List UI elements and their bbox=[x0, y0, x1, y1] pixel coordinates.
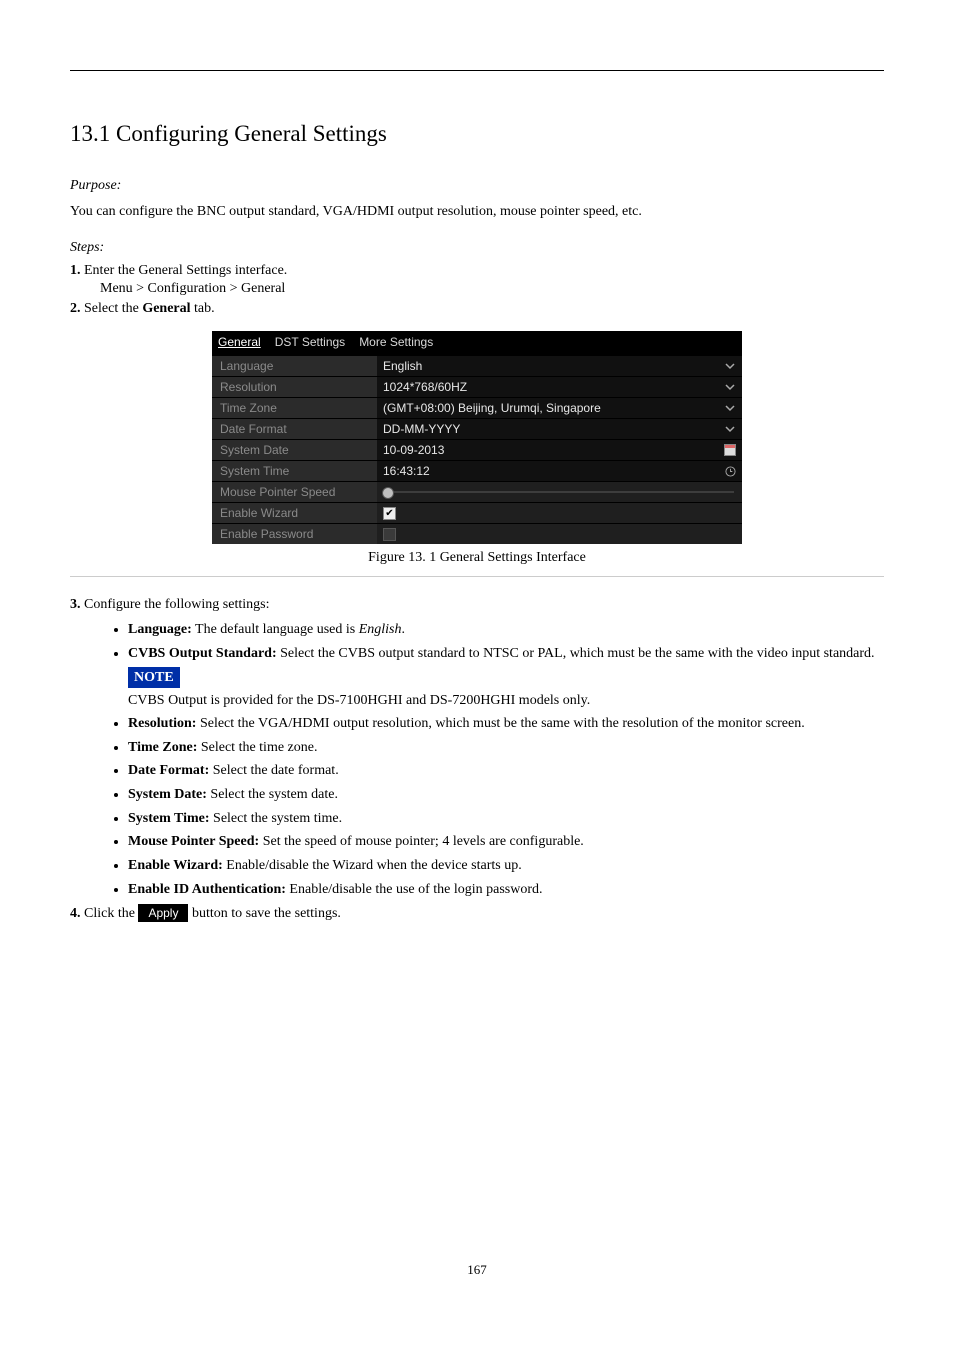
tab-general[interactable]: General bbox=[218, 333, 261, 351]
list-item: Language: The default language used is E… bbox=[128, 619, 884, 641]
list-item: Enable ID Authentication: Enable/disable… bbox=[128, 879, 884, 901]
checkbox-enable-password[interactable] bbox=[383, 528, 396, 541]
step-number: 4. bbox=[70, 906, 81, 921]
label-system-time: System Time bbox=[212, 461, 377, 481]
label-enable-wizard: Enable Wizard bbox=[212, 503, 377, 523]
step-number: 1. bbox=[70, 263, 81, 278]
list-item: System Date: Select the system date. bbox=[128, 784, 884, 806]
apply-button[interactable]: Apply bbox=[138, 904, 188, 922]
select-time-zone[interactable]: (GMT+08:00) Beijing, Urumqi, Singapore bbox=[377, 398, 742, 418]
input-system-time[interactable]: 16:43:12 bbox=[377, 461, 742, 481]
purpose-label: Purpose: bbox=[70, 178, 121, 193]
chevron-down-icon bbox=[724, 381, 736, 393]
divider bbox=[70, 576, 884, 577]
calendar-icon bbox=[724, 444, 736, 456]
chevron-down-icon bbox=[724, 423, 736, 435]
checkbox-enable-wizard[interactable]: ✔ bbox=[383, 507, 396, 520]
label-language: Language bbox=[212, 356, 377, 376]
list-item: Enable Wizard: Enable/disable the Wizard… bbox=[128, 855, 884, 877]
list-item: Date Format: Select the date format. bbox=[128, 760, 884, 782]
step-text: Enter the General Settings interface. bbox=[84, 263, 287, 278]
label-time-zone: Time Zone bbox=[212, 398, 377, 418]
chevron-down-icon bbox=[724, 360, 736, 372]
note-label: NOTE bbox=[128, 667, 180, 688]
list-item: Time Zone: Select the time zone. bbox=[128, 737, 884, 759]
select-date-format[interactable]: DD-MM-YYYY bbox=[377, 419, 742, 439]
header-rule bbox=[70, 70, 884, 71]
select-resolution[interactable]: 1024*768/60HZ bbox=[377, 377, 742, 397]
label-system-date: System Date bbox=[212, 440, 377, 460]
label-resolution: Resolution bbox=[212, 377, 377, 397]
step-number: 3. bbox=[70, 597, 81, 612]
label-date-format: Date Format bbox=[212, 419, 377, 439]
purpose-body: You can configure the BNC output standar… bbox=[70, 201, 884, 223]
list-item: CVBS Output Standard: Select the CVBS ou… bbox=[128, 643, 884, 665]
label-mouse-speed: Mouse Pointer Speed bbox=[212, 482, 377, 502]
tab-more-settings[interactable]: More Settings bbox=[359, 333, 433, 351]
list-item: Mouse Pointer Speed: Set the speed of mo… bbox=[128, 831, 884, 853]
step-text: Select the General tab. bbox=[84, 301, 215, 316]
clock-icon bbox=[724, 465, 736, 477]
step-text: Configure the following settings: bbox=[84, 597, 269, 612]
label-enable-password: Enable Password bbox=[212, 524, 377, 544]
slider-knob[interactable] bbox=[382, 487, 394, 499]
section-heading: 13.1 Configuring General Settings bbox=[70, 121, 884, 147]
list-item: System Time: Select the system time. bbox=[128, 808, 884, 830]
note-body: CVBS Output is provided for the DS-7100H… bbox=[128, 690, 884, 711]
steps-label: Steps: bbox=[70, 240, 104, 255]
list-item: Resolution: Select the VGA/HDMI output r… bbox=[128, 713, 884, 735]
tab-dst-settings[interactable]: DST Settings bbox=[275, 333, 345, 351]
figure-caption: Figure 13. 1 General Settings Interface bbox=[70, 550, 884, 566]
slider-mouse-speed[interactable] bbox=[387, 491, 734, 493]
input-system-date[interactable]: 10-09-2013 bbox=[377, 440, 742, 460]
page-number: 167 bbox=[70, 1262, 884, 1278]
chevron-down-icon bbox=[724, 402, 736, 414]
step-number: 2. bbox=[70, 301, 81, 316]
step-text: Click the Apply button to save the setti… bbox=[84, 906, 341, 921]
settings-panel: General DST Settings More Settings Langu… bbox=[212, 331, 742, 544]
menu-path: Menu > Configuration > General bbox=[100, 281, 884, 297]
select-language[interactable]: English bbox=[377, 356, 742, 376]
